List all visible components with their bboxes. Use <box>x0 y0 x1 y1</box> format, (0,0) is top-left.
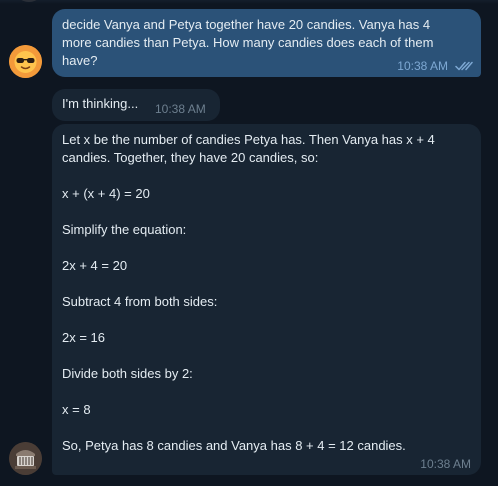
chat-top-edge <box>0 0 498 4</box>
thinking-message-time: 10:38 AM <box>155 102 206 116</box>
answer-line: 2x + 4 = 20 <box>62 258 128 273</box>
bot-avatar[interactable] <box>9 442 42 475</box>
answer-message-time: 10:38 AM <box>420 457 471 471</box>
answer-line: x + (x + 4) = 20 <box>62 186 150 201</box>
outgoing-message[interactable]: decide Vanya and Petya together have 20 … <box>52 9 481 77</box>
bot-avatar-icon <box>9 442 42 475</box>
answer-line: candies. Together, they have 20 candies,… <box>62 150 319 165</box>
thinking-text: I'm thinking... <box>62 96 139 111</box>
answer-line: Subtract 4 from both sides: <box>62 294 218 309</box>
answer-line: Divide both sides by 2: <box>62 366 193 381</box>
double-check-icon <box>455 61 473 71</box>
answer-line: x = 8 <box>62 402 91 417</box>
answer-line: 2x = 16 <box>62 330 106 345</box>
outgoing-line: decide Vanya and Petya together have 20 … <box>62 17 431 32</box>
answer-line: So, Petya has 8 candies and Vanya has 8 … <box>62 438 406 453</box>
outgoing-line: more candies than Petya. How many candie… <box>62 35 434 50</box>
answer-line: Simplify the equation: <box>62 222 187 237</box>
incoming-thinking-message[interactable]: I'm thinking... 10:38 AM <box>52 89 220 121</box>
outgoing-message-time: 10:38 AM <box>397 59 448 73</box>
answer-line: Let x be the number of candies Petya has… <box>62 132 435 147</box>
chat-history[interactable]: decide Vanya and Petya together have 20 … <box>0 0 498 486</box>
user-avatar[interactable] <box>9 45 42 78</box>
sunglasses-emoji-icon <box>9 45 42 78</box>
incoming-answer-message[interactable]: Let x be the number of candies Petya has… <box>52 124 481 475</box>
